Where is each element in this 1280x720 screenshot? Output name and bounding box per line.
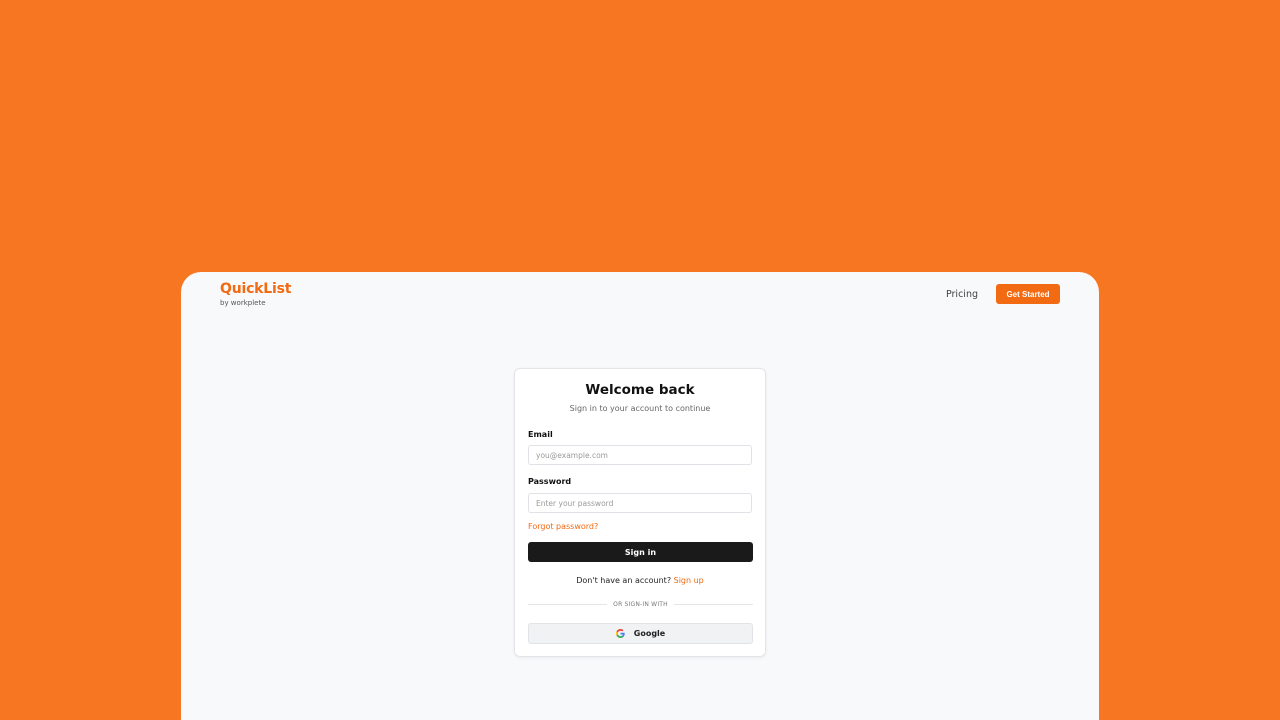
top-nav: Pricing Get Started [946,284,1060,304]
sign-in-button[interactable]: Sign in [528,542,753,562]
email-label: Email [528,430,553,439]
divider: OR SIGN-IN WITH [528,601,754,608]
divider-line-left [528,604,608,605]
google-button-label: Google [633,629,666,638]
no-account-text: Don't have an account? [576,576,672,585]
signin-card: Welcome back Sign in to your account to … [514,368,766,657]
card-title: Welcome back [585,382,695,398]
brand-name: QuickList [220,281,292,297]
google-signin-button[interactable]: Google [528,623,753,644]
forgot-password-link[interactable]: Forgot password? [528,522,598,531]
sign-up-link[interactable]: Sign up [674,576,704,585]
password-label: Password [528,477,572,486]
email-field[interactable] [528,445,752,465]
get-started-button[interactable]: Get Started [996,284,1060,304]
brand-subtitle: by workplete [220,299,266,307]
divider-text: OR SIGN-IN WITH [613,601,668,608]
nav-pricing-link[interactable]: Pricing [946,289,978,300]
google-g-icon [615,629,625,638]
divider-line-right [673,604,754,605]
signup-prompt: Don't have an account? Sign up [515,576,765,585]
app-window: QuickList by workplete Pricing Get Start… [181,272,1099,720]
password-field[interactable] [528,493,752,513]
brand[interactable]: QuickList by workplete [220,281,291,308]
card-subtitle: Sign in to your account to continue [569,404,711,413]
